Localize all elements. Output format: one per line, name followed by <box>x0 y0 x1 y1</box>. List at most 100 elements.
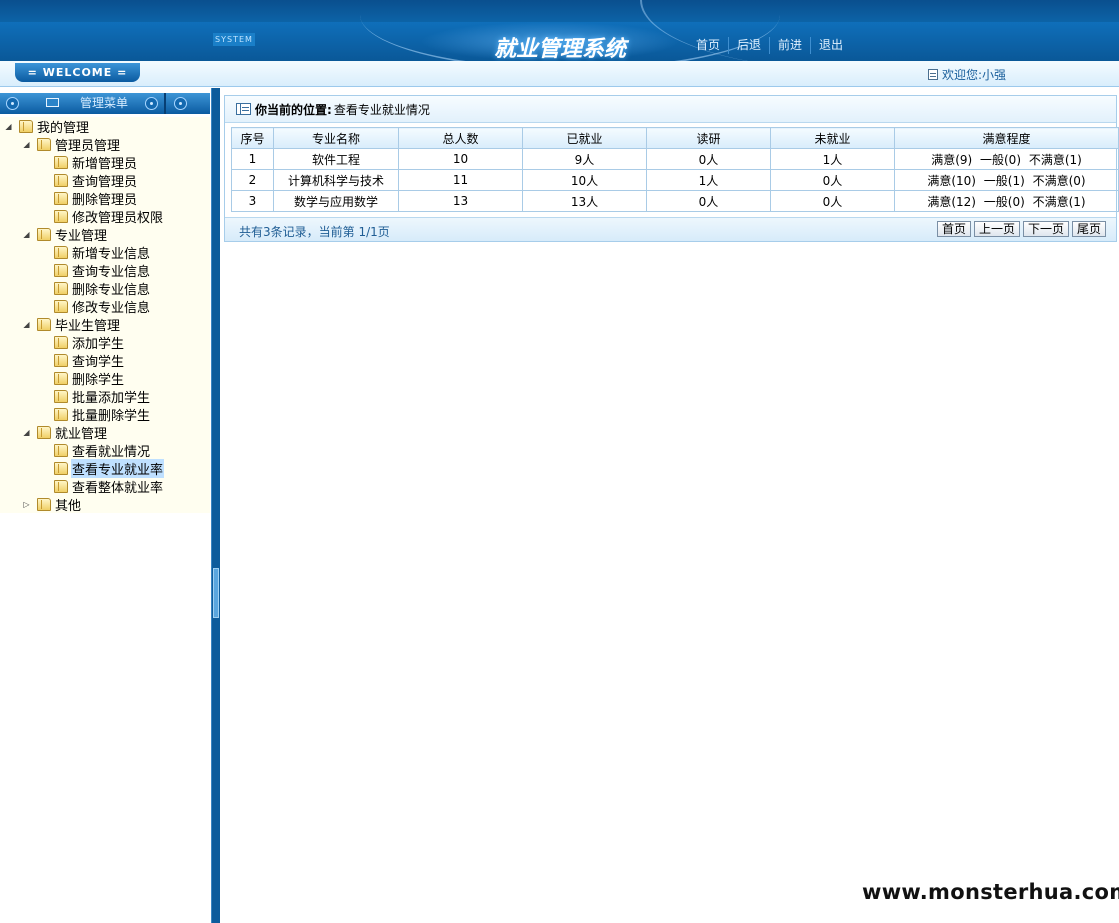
top-nav: 首页 后退 前进 退出 <box>688 37 851 54</box>
table-cell: 11 <box>398 169 523 191</box>
tree-node-label: 查看整体就业率 <box>72 480 164 496</box>
tree-folder-node[interactable]: ▷ 其他 <box>22 495 82 514</box>
tree-item-node[interactable]: 删除学生 <box>40 369 125 388</box>
next-page-button[interactable]: 下一页 <box>1022 221 1069 237</box>
tree-node-label: 毕业生管理 <box>55 318 121 334</box>
collapse-toggle-icon[interactable]: ◢ <box>22 140 31 149</box>
tree-node-label: 查询学生 <box>72 354 125 370</box>
table-cell: 软件工程 <box>273 148 399 170</box>
book-icon <box>54 353 68 367</box>
tree-folder-node[interactable]: ◢ 毕业生管理 <box>22 315 121 334</box>
breadcrumb: 你当前的位置: 查看专业就业情况 <box>225 96 1116 123</box>
book-icon <box>54 371 68 385</box>
tree-item-node[interactable]: 删除专业信息 <box>40 279 151 298</box>
book-icon <box>54 335 68 349</box>
collapse-toggle-icon[interactable]: ◢ <box>22 428 31 437</box>
book-icon <box>54 155 68 169</box>
table-cell: 满意(9) 一般(0) 不满意(1) <box>894 148 1119 170</box>
column-header: 序号 <box>231 127 274 149</box>
tree-node-label: 删除管理员 <box>72 192 138 208</box>
column-header: 已就业 <box>522 127 647 149</box>
circle-button-icon[interactable] <box>6 97 19 110</box>
prev-page-button[interactable]: 上一页 <box>973 221 1020 237</box>
tree-node-label: 就业管理 <box>55 426 108 442</box>
tree-node-label: 删除学生 <box>72 372 125 388</box>
last-page-button[interactable]: 尾页 <box>1071 221 1106 237</box>
table-cell: 1人 <box>770 148 895 170</box>
tree-folder-node[interactable]: ◢ 管理员管理 <box>22 135 121 154</box>
tree-item-node[interactable]: 添加学生 <box>40 333 125 352</box>
book-icon <box>54 461 68 475</box>
watermark: www.monsterhua.com <box>862 880 1119 904</box>
system-tag: SYSTEM <box>213 33 255 46</box>
table-cell: 0人 <box>646 190 771 212</box>
tree-item-node[interactable]: 查看整体就业率 <box>40 477 164 496</box>
book-icon <box>54 245 68 259</box>
tree-folder-node[interactable]: ◢ 我的管理 <box>4 117 90 136</box>
table-cell: 0人 <box>770 190 895 212</box>
table-cell: 满意(12) 一般(0) 不满意(1) <box>894 190 1119 212</box>
tree-item-node[interactable]: 修改专业信息 <box>40 297 151 316</box>
collapse-toggle-icon[interactable]: ◢ <box>22 320 31 329</box>
collapse-toggle-icon[interactable]: ◢ <box>22 230 31 239</box>
expand-toggle-icon[interactable]: ▷ <box>22 500 31 509</box>
tree-item-node[interactable]: 查看专业就业率 <box>40 458 165 478</box>
tree-item-node[interactable]: 查询学生 <box>40 351 125 370</box>
tree-node-label: 管理员管理 <box>55 138 121 154</box>
tree-folder-node[interactable]: ◢ 就业管理 <box>22 423 108 442</box>
table-row: 1 软件工程 10 9人 0人 1人 满意(9) 一般(0) 不满意(1) <box>231 148 1119 170</box>
book-icon <box>54 479 68 493</box>
folder-icon <box>37 227 51 241</box>
nav-back-link[interactable]: 后退 <box>728 37 769 54</box>
column-header: 专业名称 <box>273 127 399 149</box>
table-icon <box>236 103 251 115</box>
table-cell: 0人 <box>646 148 771 170</box>
table-cell: 2 <box>231 169 274 191</box>
table-cell: 1人 <box>646 169 771 191</box>
table-cell: 1 <box>231 148 274 170</box>
tree-item-node[interactable]: 查看就业情况 <box>40 441 151 460</box>
tree-item-node[interactable]: 查询专业信息 <box>40 261 151 280</box>
tree-item-node[interactable]: 新增专业信息 <box>40 243 151 262</box>
welcome-user-text: 欢迎您:小强 <box>942 68 1007 82</box>
table-footer: 共有3条记录，当前第 1/1页 首页 上一页 下一页 尾页 <box>225 217 1116 241</box>
nav-forward-link[interactable]: 前进 <box>769 37 810 54</box>
tree-node-label: 新增管理员 <box>72 156 138 172</box>
welcome-tab: = WELCOME = <box>15 63 140 82</box>
splitter-grip[interactable] <box>213 568 219 618</box>
table-cell: 0人 <box>770 169 895 191</box>
tree-folder-node[interactable]: ◢ 专业管理 <box>22 225 108 244</box>
tree-node-label: 查看就业情况 <box>72 444 151 460</box>
first-page-button[interactable]: 首页 <box>936 221 971 237</box>
table-cell: 满意(10) 一般(1) 不满意(0) <box>894 169 1119 191</box>
tree-item-node[interactable]: 删除管理员 <box>40 189 138 208</box>
table-cell: 数学与应用数学 <box>273 190 399 212</box>
tree-node-label: 批量删除学生 <box>72 408 151 424</box>
tree-node-label: 查询专业信息 <box>72 264 151 280</box>
tree-node-label: 专业管理 <box>55 228 108 244</box>
envelope-icon <box>46 98 59 107</box>
circle-button-icon[interactable] <box>174 97 187 110</box>
book-icon <box>54 389 68 403</box>
tree-node-label: 查看专业就业率 <box>71 458 165 478</box>
collapse-toggle-icon[interactable]: ◢ <box>4 122 13 131</box>
folder-icon <box>37 137 51 151</box>
column-header: 未就业 <box>770 127 895 149</box>
tree-item-node[interactable]: 批量添加学生 <box>40 387 151 406</box>
folder-icon <box>19 119 33 133</box>
tree-node-label: 新增专业信息 <box>72 246 151 262</box>
folder-icon <box>37 497 51 511</box>
tree-node-label: 修改专业信息 <box>72 300 151 316</box>
circle-button-icon[interactable] <box>145 97 158 110</box>
tree-item-node[interactable]: 新增管理员 <box>40 153 138 172</box>
folder-icon <box>37 317 51 331</box>
pane-splitter[interactable] <box>211 88 220 923</box>
tree-item-node[interactable]: 批量删除学生 <box>40 405 151 424</box>
nav-home-link[interactable]: 首页 <box>688 37 728 54</box>
nav-logout-link[interactable]: 退出 <box>810 37 851 54</box>
top-banner: SYSTEM 就业管理系统 首页 后退 前进 退出 <box>0 0 1119 61</box>
tree-item-node[interactable]: 查询管理员 <box>40 171 138 190</box>
tree-item-node[interactable]: 修改管理员权限 <box>40 207 164 226</box>
table-cell: 3 <box>231 190 274 212</box>
book-icon <box>54 299 68 313</box>
